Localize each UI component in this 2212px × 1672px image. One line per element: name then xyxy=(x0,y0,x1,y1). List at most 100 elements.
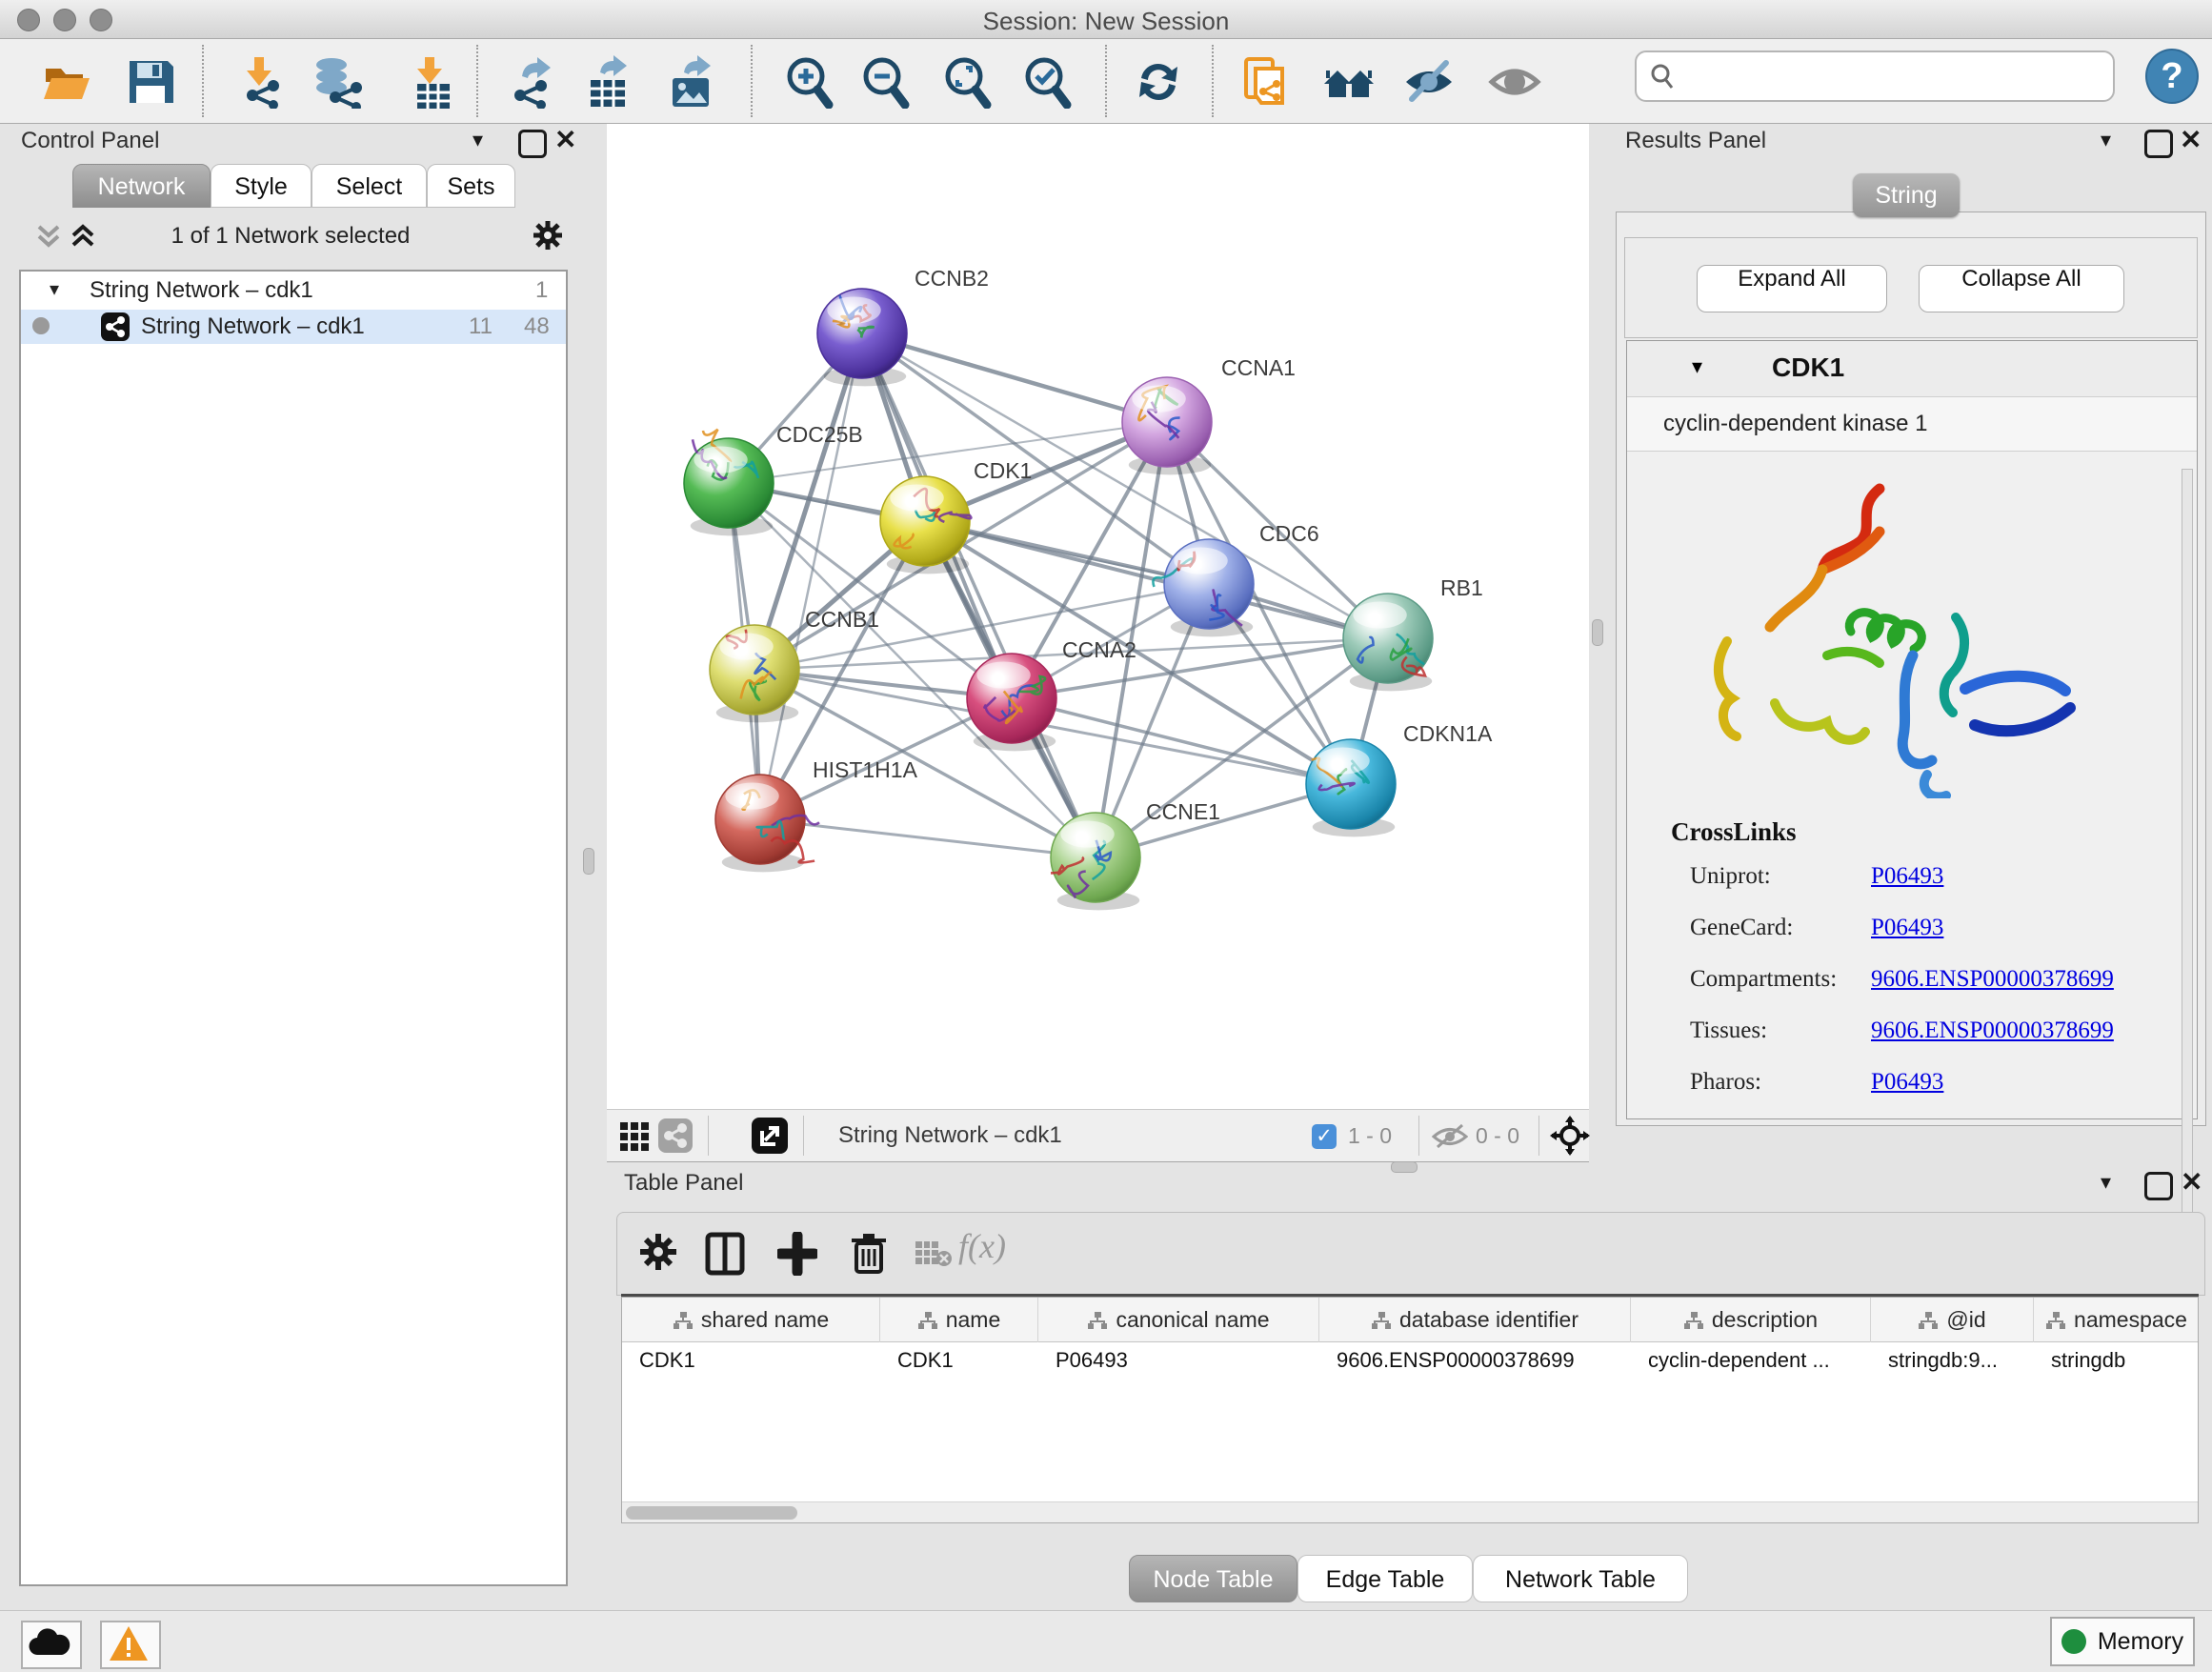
node-label: CCNE1 xyxy=(1146,799,1220,824)
cdk1-section-header[interactable]: ▾ CDK1 xyxy=(1627,341,2197,396)
results-button-bar: Expand All Collapse All xyxy=(1624,237,2198,338)
tab-network[interactable]: Network xyxy=(72,164,211,208)
selected-checkbox-icon[interactable]: ✓ xyxy=(1312,1124,1337,1149)
birds-eye-view-icon[interactable] xyxy=(620,1122,651,1151)
crosslink-link[interactable]: 9606.ENSP00000378699 xyxy=(1871,1017,2114,1044)
tab-sets[interactable]: Sets xyxy=(427,164,515,208)
refresh-icon[interactable] xyxy=(1132,55,1185,109)
column-header-label: name xyxy=(946,1307,1001,1332)
collapse-all-networks-icon[interactable] xyxy=(34,219,63,252)
table-cell[interactable]: CDK1 xyxy=(880,1342,1038,1379)
tab-select[interactable]: Select xyxy=(312,164,427,208)
show-all-icon[interactable] xyxy=(1488,55,1541,109)
table-cell[interactable]: CDK1 xyxy=(622,1342,880,1379)
panel-float-icon[interactable] xyxy=(2144,1172,2173,1200)
column-header-shared-name[interactable]: shared name xyxy=(622,1298,880,1342)
left-splitter-grip[interactable] xyxy=(583,848,594,875)
network-collection-row[interactable]: ▾ String Network – cdk1 1 xyxy=(21,275,566,310)
tab-edge-table[interactable]: Edge Table xyxy=(1297,1555,1473,1602)
export-table-icon[interactable] xyxy=(581,55,634,109)
panel-close-icon[interactable]: ✕ xyxy=(554,124,576,155)
hide-selected-icon[interactable] xyxy=(1402,55,1456,109)
table-cell[interactable]: stringdb:9... xyxy=(1871,1342,2034,1379)
save-session-icon[interactable] xyxy=(124,55,177,109)
show-columns-icon[interactable] xyxy=(705,1232,745,1276)
main-toolbar: ? xyxy=(0,39,2212,124)
network-edge[interactable] xyxy=(760,819,1096,857)
table-cell[interactable]: 9606.ENSP00000378699 xyxy=(1319,1342,1631,1379)
tab-string[interactable]: String xyxy=(1853,173,1960,217)
memory-button[interactable]: Memory xyxy=(2050,1617,2195,1666)
panel-menu-icon[interactable]: ▾ xyxy=(2101,128,2111,152)
column-header-description[interactable]: description xyxy=(1631,1298,1871,1342)
export-network-icon[interactable] xyxy=(505,55,558,109)
network-collection-label: String Network – cdk1 xyxy=(90,277,313,304)
panel-menu-icon[interactable]: ▾ xyxy=(2101,1170,2111,1195)
open-in-window-icon[interactable] xyxy=(752,1118,788,1154)
import-network-icon[interactable] xyxy=(231,55,285,109)
crosslink-link[interactable]: P06493 xyxy=(1871,915,1943,941)
table-cell[interactable]: cyclin-dependent ... xyxy=(1631,1342,1871,1379)
crosslink-row: GeneCard:P06493 xyxy=(1690,915,2185,947)
panel-float-icon[interactable] xyxy=(2144,130,2173,158)
tab-network-table[interactable]: Network Table xyxy=(1473,1555,1688,1602)
node-label: CCNB1 xyxy=(805,607,879,632)
column-header-label: database identifier xyxy=(1399,1307,1579,1332)
tab-style[interactable]: Style xyxy=(211,164,312,208)
fit-selection-crosshair-icon[interactable] xyxy=(1550,1116,1590,1156)
delete-table-icon xyxy=(915,1239,953,1268)
toolbar-separator xyxy=(1212,45,1214,117)
copy-network-icon[interactable] xyxy=(1240,55,1294,109)
warning-button[interactable] xyxy=(100,1621,161,1669)
collapse-all-button[interactable]: Collapse All xyxy=(1919,265,2124,312)
section-collapse-icon[interactable]: ▾ xyxy=(1692,354,1702,379)
zoom-in-icon[interactable] xyxy=(783,55,836,109)
table-gear-icon[interactable] xyxy=(638,1232,678,1272)
export-image-icon[interactable] xyxy=(665,55,718,109)
column-header-canonical-name[interactable]: canonical name xyxy=(1038,1298,1319,1342)
column-header--id[interactable]: @id xyxy=(1871,1298,2034,1342)
import-network-from-database-icon[interactable] xyxy=(311,55,364,109)
network-row[interactable]: String Network – cdk1 11 48 xyxy=(21,310,566,344)
table-horizontal-scrollbar[interactable] xyxy=(622,1501,2198,1523)
network-edge[interactable] xyxy=(760,333,862,819)
panel-menu-icon[interactable]: ▾ xyxy=(473,128,483,152)
zoom-selected-icon[interactable] xyxy=(1021,55,1075,109)
column-header-namespace[interactable]: namespace xyxy=(2034,1298,2199,1342)
cloud-button[interactable] xyxy=(21,1621,82,1669)
add-column-icon[interactable] xyxy=(777,1232,817,1276)
crosslink-link[interactable]: P06493 xyxy=(1871,1069,1943,1096)
right-splitter-grip[interactable] xyxy=(1592,619,1603,646)
expand-all-networks-icon[interactable] xyxy=(69,219,97,252)
table-cell[interactable]: P06493 xyxy=(1038,1342,1319,1379)
results-scrollbar[interactable] xyxy=(2182,469,2193,1246)
string-network-icon xyxy=(101,312,130,341)
open-session-icon[interactable] xyxy=(40,55,93,109)
tree-expand-icon[interactable]: ▾ xyxy=(50,277,59,301)
search-field[interactable] xyxy=(1635,50,2115,102)
title-bar: Session: New Session xyxy=(0,0,2212,39)
column-header-database-identifier[interactable]: database identifier xyxy=(1319,1298,1631,1342)
network-share-icon[interactable] xyxy=(658,1118,693,1153)
scrollbar-thumb[interactable] xyxy=(626,1506,797,1520)
network-options-gear-icon[interactable] xyxy=(532,219,564,252)
panel-close-icon[interactable]: ✕ xyxy=(2180,124,2202,155)
home-icon[interactable] xyxy=(1322,55,1376,109)
crosslink-link[interactable]: 9606.ENSP00000378699 xyxy=(1871,966,2114,993)
zoom-fit-icon[interactable] xyxy=(941,55,995,109)
import-table-icon[interactable] xyxy=(402,55,455,109)
search-input[interactable] xyxy=(1686,58,2100,92)
network-edge[interactable] xyxy=(862,333,1167,422)
zoom-out-icon[interactable] xyxy=(859,55,913,109)
crosslink-label: Pharos: xyxy=(1690,1069,1761,1095)
panel-float-icon[interactable] xyxy=(518,130,547,158)
column-header-name[interactable]: name xyxy=(880,1298,1038,1342)
tab-node-table[interactable]: Node Table xyxy=(1129,1555,1297,1602)
expand-all-button[interactable]: Expand All xyxy=(1697,265,1887,312)
help-button[interactable]: ? xyxy=(2145,49,2199,104)
panel-close-icon[interactable]: ✕ xyxy=(2181,1166,2202,1198)
crosslink-link[interactable]: P06493 xyxy=(1871,863,1943,890)
delete-column-icon[interactable] xyxy=(850,1232,888,1276)
network-canvas[interactable]: CCNB2CCNA1CDC25BCDK1CDC6RB1CCNB1CCNA2CDK… xyxy=(607,124,1589,1109)
table-cell[interactable]: stringdb xyxy=(2034,1342,2199,1379)
